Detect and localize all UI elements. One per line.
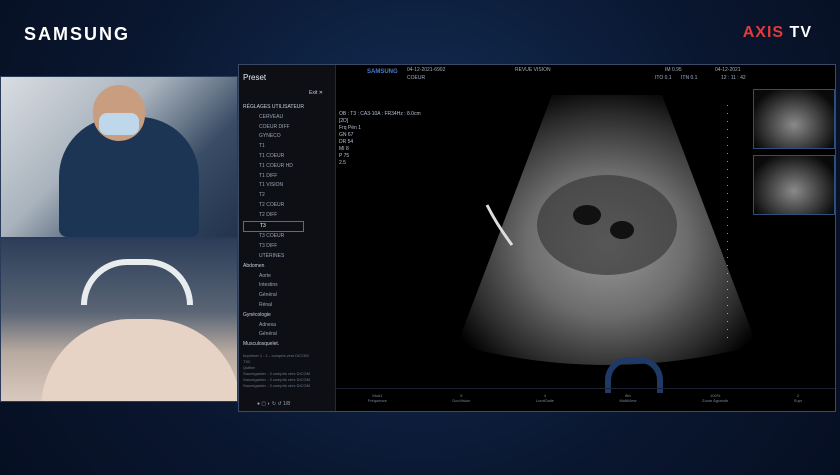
preset-item[interactable]: T2 COEUR	[243, 201, 304, 211]
exam-mode: COEUR	[407, 75, 426, 81]
preset-title: Preset	[243, 73, 267, 82]
preset-item[interactable]: GYNECO	[243, 132, 304, 142]
exam-time: 12 : 11 : 42	[721, 75, 746, 81]
preset-item[interactable]: CERVEAU	[243, 113, 304, 123]
preset-item[interactable]: COEUR DIFF	[243, 123, 304, 133]
preset-item[interactable]: Aorte	[243, 272, 304, 282]
scan-params: OB : T3 : CA3-10A : FR34Hz : 8.0cm [2D] …	[339, 111, 421, 167]
softkey[interactable]: 2 Supr	[794, 389, 802, 411]
thumbnail-1[interactable]	[753, 89, 835, 149]
preset-item[interactable]: T1 VISION	[243, 181, 304, 191]
camera-probe-view	[0, 238, 238, 402]
exit-label: Exit	[309, 90, 318, 96]
preset-item[interactable]: T1 COEUR	[243, 152, 304, 162]
preset-tree: RÉGLAGES UTILISATEUR CERVEAU COEUR DIFF GYN…	[243, 103, 305, 350]
samsung-logo: SAMSUNG	[24, 24, 131, 44]
param-row: GN 67	[339, 132, 354, 138]
page-counter: 1/8	[283, 401, 291, 407]
preset-item[interactable]: T2	[243, 191, 304, 201]
param-row: DR 54	[339, 139, 354, 145]
preset-item[interactable]: T1	[243, 142, 304, 152]
preset-item[interactable]: UTÉRINES	[243, 252, 304, 262]
preset-item[interactable]: Rénal	[243, 301, 304, 311]
param-row: P 75	[339, 153, 350, 159]
preset-item[interactable]: Général	[243, 291, 304, 301]
depth-scale	[727, 105, 728, 345]
im-value: IM 0.95	[665, 67, 682, 73]
samsung-screen-logo: SAMSUNG	[367, 69, 398, 75]
probe-cable	[81, 259, 193, 305]
ito-value: ITO 0.1	[655, 75, 672, 81]
preset-item[interactable]: Abdomen	[243, 262, 304, 272]
bottom-softkeys: Mod1 Fréquence 5 DocVision 4 LumiGalie 8th …	[335, 388, 835, 411]
preset-item[interactable]: Intestins	[243, 281, 304, 291]
softkey[interactable]: 100% Zoom Agrandir	[702, 389, 728, 411]
thumbnail-2[interactable]	[753, 155, 835, 215]
face-mask	[99, 113, 139, 135]
review-label: REVUE VISION	[515, 67, 551, 73]
itn-value: ITN 0.1	[681, 75, 698, 81]
param-row: Frq Pén 1	[339, 125, 361, 131]
axis-logo-part: AXIS	[742, 24, 785, 41]
history-item: Sauvegarder - 3 compris vers DICOM	[243, 383, 310, 388]
preset-item[interactable]: Gynécologie	[243, 311, 304, 321]
exam-date: 04-12-2021	[715, 67, 741, 73]
softkey[interactable]: 4 LumiGalie	[536, 389, 554, 411]
dark-cavity-2	[610, 221, 634, 239]
softkey[interactable]: 8th MultiView	[619, 389, 636, 411]
preset-item[interactable]: T1 DIFF	[243, 172, 304, 182]
exam-id: 04-12-2021-6902	[407, 67, 446, 73]
history-list: Imprimer 1 - 1 - compris vers DICOM T3C Qu…	[243, 353, 310, 389]
exit-button[interactable]: Exit ✕	[309, 90, 323, 96]
camera-doctor-view	[0, 76, 238, 238]
param-row: MI 8	[339, 146, 349, 152]
preset-item[interactable]: Adnexa	[243, 321, 304, 331]
ultrasound-area: SAMSUNG 04-12-2021-6902 COEUR REVUE VISI…	[335, 65, 835, 411]
preset-item[interactable]: Général	[243, 330, 304, 340]
preset-item[interactable]: T3 COEUR	[243, 232, 304, 242]
preset-item[interactable]: RÉGLAGES UTILISATEUR	[243, 103, 304, 113]
thumbnail-strip	[751, 85, 835, 221]
preset-panel: Preset Exit ✕ RÉGLAGES UTILISATEUR CERVEA…	[239, 65, 336, 411]
preset-item[interactable]: T1 COEUR HD	[243, 162, 304, 172]
param-line1: OB : T3 : CA3-10A : FR34Hz : 8.0cm	[339, 111, 421, 117]
axis-tv-logo: AXIS TV	[743, 24, 812, 42]
softkey[interactable]: Mod1 Fréquence	[368, 389, 387, 411]
ultrasound-image	[457, 95, 757, 365]
preset-item[interactable]: Musculosquelet.	[243, 340, 304, 350]
param-row: 2.5	[339, 160, 346, 166]
ultrasound-screen: Preset Exit ✕ RÉGLAGES UTILISATEUR CERVEA…	[238, 64, 836, 412]
patient-belly	[41, 319, 237, 401]
dark-cavity-1	[573, 205, 601, 225]
preset-controls: ● ▢ ◐ ↻ ↺ 1/8	[257, 401, 291, 407]
softkey[interactable]: 5 DocVision	[452, 389, 470, 411]
preset-item[interactable]: T2 DIFF	[243, 211, 304, 221]
param-line2: [2D]	[339, 118, 349, 124]
preset-item[interactable]: T3 DIFF	[243, 242, 304, 252]
preset-item[interactable]: T3	[243, 220, 305, 233]
tv-logo-part: TV	[789, 24, 812, 41]
fetal-structure	[537, 175, 677, 275]
